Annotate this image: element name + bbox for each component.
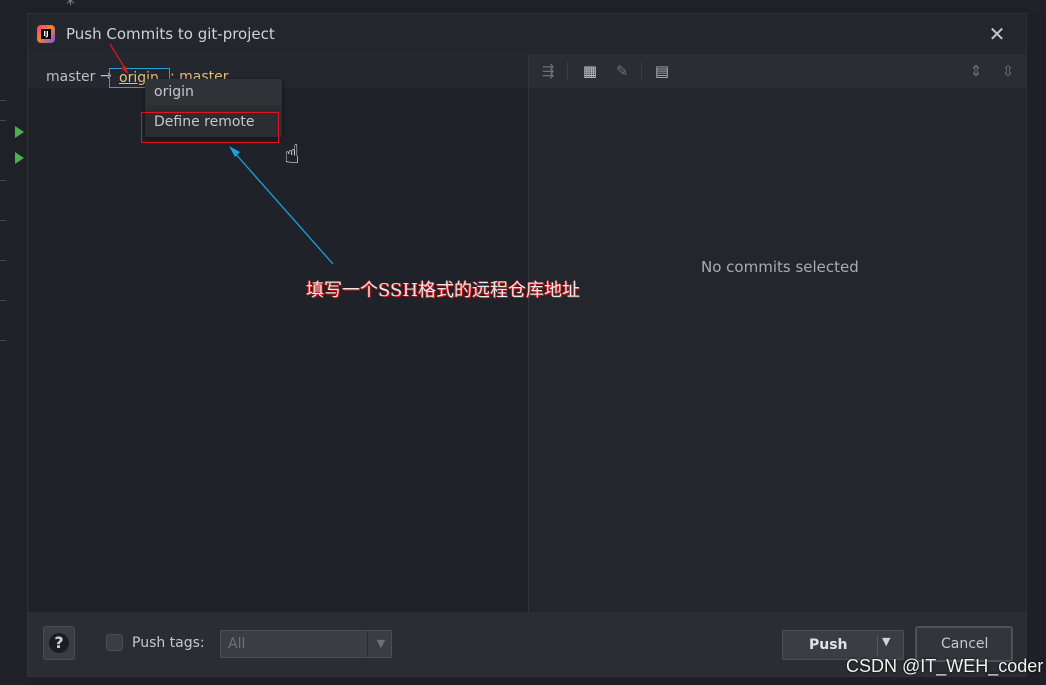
ide-background: [28, 0, 1046, 14]
split-divider: [877, 635, 878, 655]
push-tags-value: All: [228, 636, 246, 652]
push-targets-panel: master → origin : master: [28, 54, 528, 612]
menu-item-origin[interactable]: origin: [145, 79, 282, 105]
push-tags-label: Push tags:: [132, 635, 205, 651]
push-options-chevron-icon[interactable]: ▼: [882, 635, 890, 648]
chevron-down-icon[interactable]: ▼: [367, 631, 394, 657]
push-tags-checkbox[interactable]: [106, 634, 123, 651]
dialog-title: Push Commits to git-project: [66, 25, 275, 43]
empty-state-text: No commits selected: [701, 258, 859, 276]
remote-dropdown-menu: origin Define remote: [145, 79, 282, 137]
preview-icon[interactable]: ▤: [653, 62, 671, 80]
group-by-icon[interactable]: ▦: [581, 62, 599, 80]
gutter-mark: [0, 120, 6, 121]
editor-gutter: [0, 0, 28, 685]
dialog-title-bar: IJ Push Commits to git-project ✕: [28, 14, 1026, 54]
run-gutter-icon[interactable]: [15, 126, 24, 138]
gutter-mark: [0, 260, 6, 261]
push-tags-select[interactable]: All ▼: [220, 630, 392, 658]
commit-details-panel: ⇶ ▦ ✎ ▤ ⇕ ⇳ No commits selected: [529, 54, 1026, 612]
toolbar-separator: [567, 62, 568, 80]
details-toolbar: ⇶ ▦ ✎ ▤ ⇕ ⇳: [529, 54, 1026, 88]
cancel-button-label: Cancel: [941, 636, 989, 652]
menu-item-define-remote[interactable]: Define remote: [145, 109, 282, 135]
annotation-text: 填写一个SSH格式的远程仓库地址: [306, 280, 581, 301]
intellij-logo-icon: IJ: [37, 25, 55, 43]
expand-all-icon[interactable]: ⇕: [967, 62, 985, 80]
gutter-mark: [0, 100, 6, 101]
push-button-label: Push: [809, 637, 848, 653]
edit-icon[interactable]: ✎: [613, 62, 631, 80]
gutter-mark: [0, 180, 6, 181]
cherry-pick-icon[interactable]: ⇶: [539, 62, 557, 80]
collapse-all-icon[interactable]: ⇳: [999, 62, 1017, 80]
toolbar-separator: [641, 62, 642, 80]
gutter-mark: [0, 220, 6, 221]
watermark: CSDN @IT_WEH_coder: [846, 656, 1044, 676]
close-icon[interactable]: ✕: [986, 23, 1008, 45]
editor-asterisk: *: [66, 0, 75, 15]
push-commits-dialog: IJ Push Commits to git-project ✕ master …: [28, 14, 1026, 676]
gutter-mark: [0, 340, 6, 341]
gutter-mark: [0, 300, 6, 301]
help-button[interactable]: ?: [43, 626, 75, 660]
local-branch: master: [46, 69, 96, 85]
hand-cursor-icon: ☝: [284, 140, 300, 170]
help-icon: ?: [49, 633, 69, 653]
run-gutter-icon[interactable]: [15, 152, 24, 164]
